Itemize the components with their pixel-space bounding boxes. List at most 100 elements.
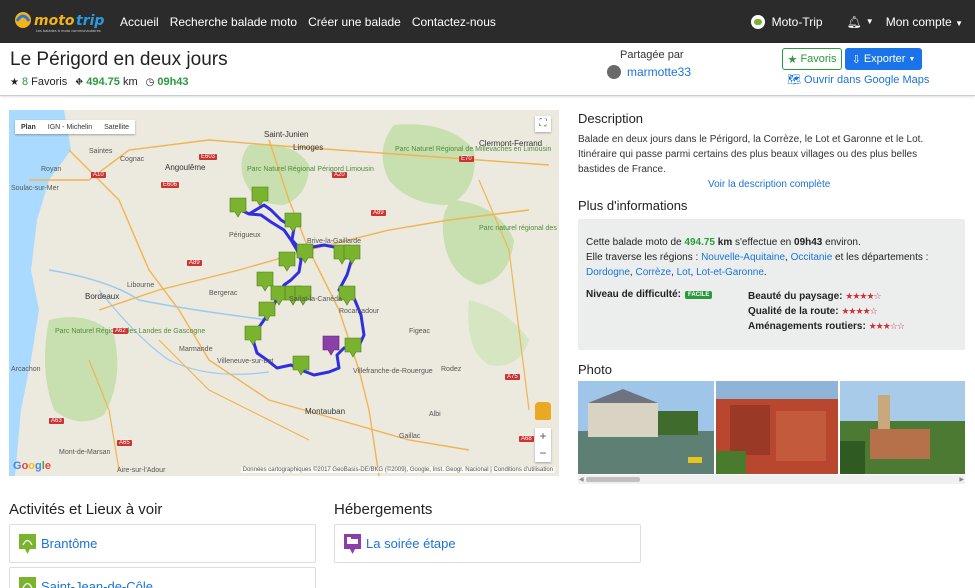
map-city-label: Soulac-sur-Mer: [11, 185, 59, 192]
star-icon: ★: [787, 53, 798, 66]
rating-label: Aménagements routiers:: [748, 321, 866, 332]
map-attribution[interactable]: Données cartographiques ©2017 GeoBasis-D…: [240, 467, 555, 473]
road-shield: A63: [49, 418, 64, 424]
account-menu[interactable]: Mon compte ▼: [886, 15, 963, 29]
info-km: 494.75: [684, 237, 715, 248]
photo-scrollbar[interactable]: ◀ ▶: [578, 475, 965, 484]
region-link[interactable]: Occitanie: [791, 252, 833, 263]
export-button-label: Exporter: [863, 53, 906, 65]
map-city-label: Aire-sur-l'Adour: [117, 467, 166, 474]
activity-link[interactable]: Saint-Jean-de-Côle: [41, 579, 153, 588]
department-link[interactable]: Lot: [677, 267, 691, 278]
activities-heading: Activités et Lieux à voir: [9, 501, 163, 518]
nav-link-creer[interactable]: Créer une balade: [308, 15, 401, 29]
user-menu[interactable]: Moto-Trip: [750, 14, 823, 29]
photo-saint-cirq[interactable]: [840, 381, 965, 474]
zoom-out-button[interactable]: −: [535, 445, 551, 462]
photo-strip: [578, 381, 965, 474]
region-link[interactable]: Nouvelle-Aquitaine: [701, 252, 785, 263]
nav-link-recherche[interactable]: Recherche balade moto: [170, 15, 297, 29]
road-shield: A20: [332, 172, 347, 178]
distance-unit: km: [122, 76, 138, 88]
info-text: s'effectue en: [732, 237, 795, 248]
road-shield: A89: [187, 260, 202, 266]
activity-pin-icon: [19, 533, 36, 554]
google-maps-link[interactable]: 🗺︎ Ouvrir dans Google Maps: [787, 73, 930, 87]
road-icon: ⛖: [75, 76, 84, 88]
favorite-button[interactable]: ★ Favoris: [782, 48, 842, 70]
lodging-heading: Hébergements: [334, 501, 433, 518]
fullscreen-icon[interactable]: ⛶: [535, 116, 551, 132]
info-km-unit: km: [715, 237, 733, 248]
map-city-label: Villefranche-de-Rouergue: [353, 368, 433, 375]
lodging-link[interactable]: La soirée étape: [366, 536, 456, 551]
map-city-label: Arcachon: [11, 366, 41, 373]
photo-collonges[interactable]: [716, 381, 838, 474]
street-view-pegman-icon[interactable]: [535, 402, 551, 420]
scroll-right-icon[interactable]: ▶: [959, 476, 964, 483]
map-city-label: Périgueux: [229, 232, 261, 239]
map-tab-satellite[interactable]: Satellite: [98, 124, 135, 131]
map-tab-plan[interactable]: Plan: [15, 124, 42, 131]
nav-link-accueil[interactable]: Accueil: [120, 15, 159, 29]
road-shield: E70: [459, 156, 474, 162]
map-park-label: Parc Naturel Régional Périgord Limousin: [247, 166, 374, 174]
road-shield: E603: [199, 154, 218, 160]
map-city-label: Limoges: [293, 143, 324, 152]
photo-brantome[interactable]: [578, 381, 714, 474]
scroll-left-icon[interactable]: ◀: [579, 476, 584, 483]
department-link[interactable]: Dordogne: [586, 267, 630, 278]
brand-tagline: Les balades à moto communautaires: [36, 29, 101, 33]
map-city-label: Saintes: [89, 148, 113, 155]
info-summary: Cette balade moto de 494.75 km s'effectu…: [586, 237, 929, 278]
scroll-thumb[interactable]: [586, 477, 640, 482]
map-city-label: Royan: [41, 166, 62, 173]
lodging-card[interactable]: La soirée étape: [334, 524, 641, 563]
road-shield: A65: [117, 440, 132, 446]
map-city-label: Gaillac: [399, 433, 421, 440]
star-icon: ★: [10, 76, 19, 88]
top-navbar: moto trip Les balades à moto communautai…: [0, 0, 975, 43]
moto-trip-logo[interactable]: moto trip Les balades à moto communautai…: [14, 8, 106, 34]
rating-stars: ★★★★☆: [841, 306, 877, 316]
description-more-link[interactable]: Voir la description complète: [708, 179, 830, 190]
activity-card[interactable]: Saint-Jean-de-Côle: [9, 567, 316, 588]
road-shield: A89: [371, 210, 386, 216]
difficulty-badge: FACILE: [685, 290, 713, 299]
road-shield: E606: [161, 182, 180, 188]
department-link[interactable]: Lot-et-Garonne: [696, 267, 764, 278]
activity-card[interactable]: Brantôme: [9, 524, 316, 563]
map-city-label: Rodez: [441, 366, 462, 373]
map-city-label: Montauban: [305, 407, 346, 416]
map-city-label: Cognac: [120, 156, 145, 163]
notification-caret-icon[interactable]: ▼: [866, 17, 874, 26]
map-city-label: Saint-Junien: [264, 130, 309, 139]
info-text: Cette balade moto de: [586, 237, 685, 248]
activity-link[interactable]: Brantôme: [41, 536, 97, 551]
download-icon: ⇩: [851, 53, 861, 66]
google-logo[interactable]: Google: [13, 460, 51, 472]
route-map[interactable]: Saint-Junien Limoges Angoulême Cognac Sa…: [9, 110, 559, 476]
shared-label: Partagée par: [620, 49, 684, 61]
map-city-label: Marmande: [179, 346, 213, 353]
info-heading: Plus d'informations: [578, 198, 688, 213]
author-link[interactable]: marmotte33: [627, 65, 691, 79]
map-city-label: Brive-la-Gaillarde: [307, 238, 362, 245]
google-maps-link-label: Ouvrir dans Google Maps: [804, 73, 930, 86]
zoom-in-button[interactable]: +: [535, 428, 551, 445]
road-shield: A75: [505, 374, 520, 380]
chevron-down-icon: ▼: [908, 55, 916, 63]
rating-stars: ★★★★☆: [845, 291, 881, 301]
description-text: Balade en deux jours dans le Périgord, l…: [578, 134, 924, 175]
map-tab-ign[interactable]: IGN - Michelin: [42, 124, 98, 131]
zoom-control: + −: [535, 428, 551, 462]
rating-label: Beauté du paysage:: [748, 291, 843, 302]
bell-icon[interactable]: 🔔︎: [847, 15, 862, 29]
export-button[interactable]: ⇩ Exporter ▼: [845, 48, 922, 70]
nav-link-contact[interactable]: Contactez-nous: [412, 15, 496, 29]
rating-row: Beauté du paysage: ★★★★☆: [748, 289, 904, 304]
department-link[interactable]: Corrèze: [635, 267, 671, 278]
clock-icon: ◷: [145, 76, 155, 88]
author: marmotte33: [607, 65, 747, 79]
shared-by: Partagée par marmotte33: [607, 49, 747, 79]
